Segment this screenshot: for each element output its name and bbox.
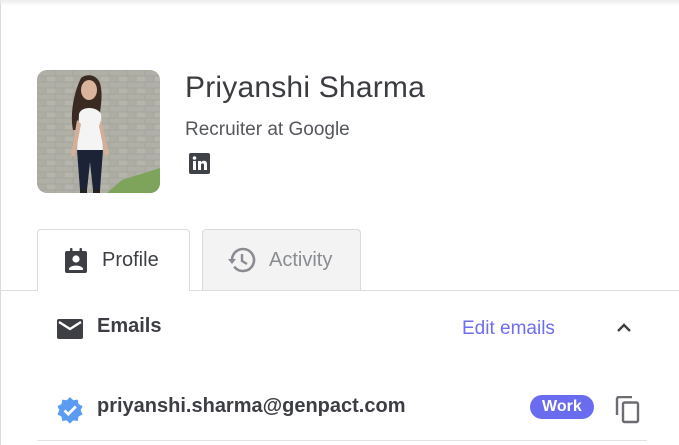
- copy-icon[interactable]: [615, 396, 641, 424]
- mail-icon: [57, 319, 83, 339]
- tab-activity-label: Activity: [269, 248, 333, 271]
- tab-profile-label: Profile: [102, 249, 159, 271]
- top-shadow: [0, 0, 679, 6]
- email-row-divider: [37, 440, 647, 441]
- tab-profile[interactable]: Profile: [37, 229, 190, 291]
- avatar: [37, 70, 160, 193]
- linkedin-icon[interactable]: [189, 153, 210, 174]
- emails-section-title: Emails: [97, 315, 162, 337]
- verified-icon: [57, 397, 83, 424]
- tab-activity[interactable]: Activity: [202, 229, 361, 290]
- profile-headline: Recruiter at Google: [185, 119, 350, 140]
- chevron-up-icon[interactable]: [614, 318, 634, 338]
- left-border: [0, 0, 1, 445]
- email-address: priyanshi.sharma@genpact.com: [97, 395, 406, 417]
- history-icon: [228, 247, 256, 273]
- edit-emails-link[interactable]: Edit emails: [462, 318, 555, 340]
- contact-badge-icon: [65, 247, 87, 273]
- email-type-badge: Work: [530, 395, 594, 419]
- profile-name: Priyanshi Sharma: [185, 71, 425, 104]
